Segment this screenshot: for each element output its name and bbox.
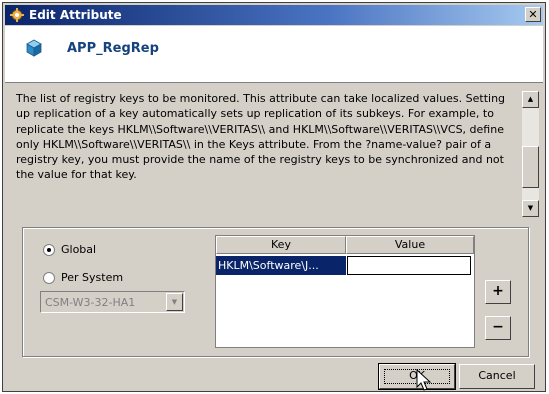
cube-icon <box>26 39 42 57</box>
table-cell-key[interactable]: HKLM\Software\J... <box>216 256 346 275</box>
table-header: Key Value <box>216 236 474 254</box>
window-title: Edit Attribute <box>29 8 122 22</box>
values-group: Global Per System CSM-W3-32-HA1 ▼ Key Va… <box>22 227 529 357</box>
description-scrollbar[interactable]: ▲ ▼ <box>522 91 539 217</box>
scroll-up-button[interactable]: ▲ <box>522 91 539 108</box>
attribute-description: The list of registry keys to be monitore… <box>16 92 506 182</box>
column-header-key[interactable]: Key <box>216 236 346 254</box>
cancel-label: Cancel <box>478 369 516 382</box>
column-header-value[interactable]: Value <box>346 236 474 254</box>
scroll-thumb[interactable] <box>522 146 539 188</box>
system-select-value: CSM-W3-32-HA1 <box>45 296 136 309</box>
gear-icon <box>10 8 24 22</box>
chevron-down-icon[interactable]: ▼ <box>166 293 183 311</box>
per-system-radio[interactable] <box>43 271 55 284</box>
table-cell-value-input[interactable] <box>347 256 471 275</box>
add-row-button[interactable]: + <box>485 280 511 304</box>
edit-attribute-dialog: Edit Attribute ✕ APP_RegRep The list of … <box>2 2 546 392</box>
per-system-radio-option[interactable]: Per System <box>43 271 123 284</box>
global-radio[interactable] <box>43 243 55 256</box>
remove-row-button[interactable]: − <box>485 316 511 340</box>
system-select[interactable]: CSM-W3-32-HA1 ▼ <box>40 291 185 313</box>
resource-header: APP_RegRep <box>5 26 543 83</box>
scroll-down-button[interactable]: ▼ <box>522 200 539 217</box>
global-radio-option[interactable]: Global <box>43 243 96 256</box>
key-value-table[interactable]: Key Value HKLM\Software\J... <box>215 235 475 348</box>
per-system-label: Per System <box>61 271 124 284</box>
close-button[interactable]: ✕ <box>525 7 541 22</box>
mouse-pointer-icon <box>416 369 432 391</box>
global-label: Global <box>61 243 97 256</box>
cancel-button[interactable]: Cancel <box>459 364 535 389</box>
title-bar[interactable]: Edit Attribute ✕ <box>5 5 543 25</box>
resource-name: APP_RegRep <box>67 41 159 56</box>
close-icon: ✕ <box>528 8 538 21</box>
